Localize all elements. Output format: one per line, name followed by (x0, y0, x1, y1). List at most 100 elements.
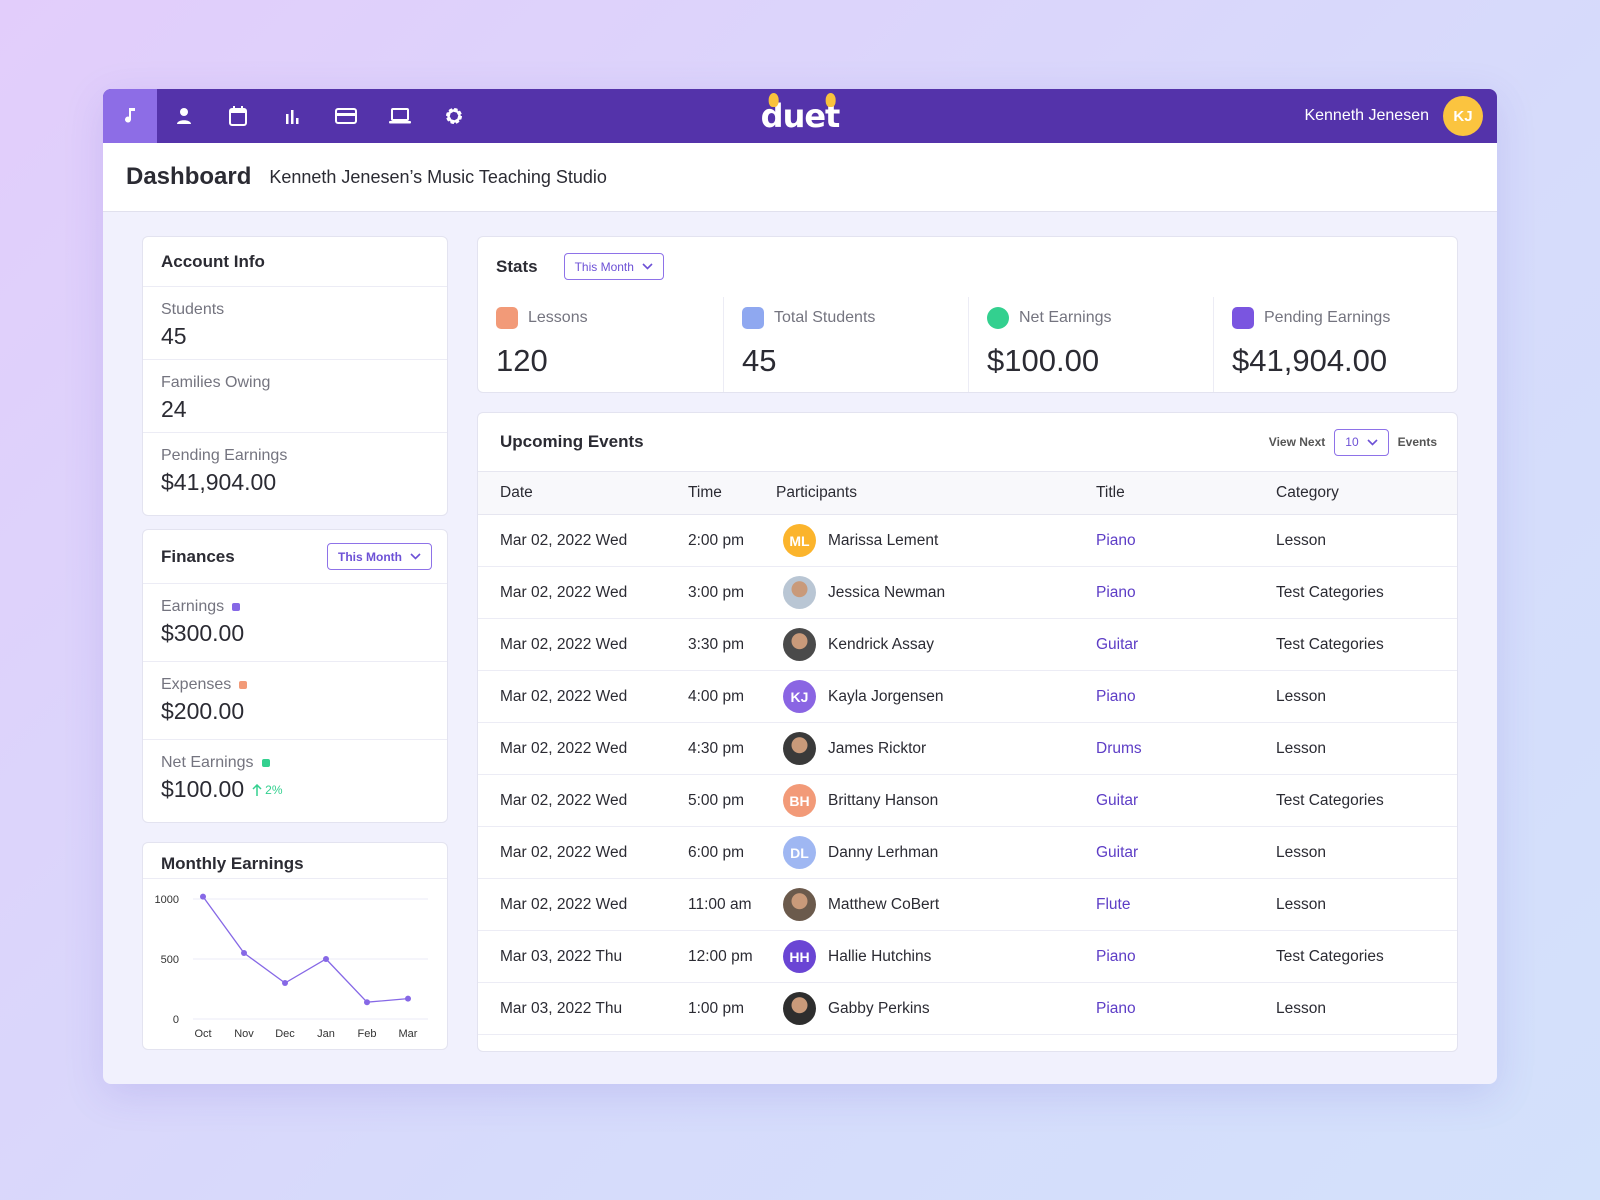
dollar-icon (987, 307, 1009, 329)
event-title-link[interactable]: Piano (1096, 514, 1276, 567)
event-title-link[interactable]: Guitar (1096, 774, 1276, 827)
table-row[interactable]: Mar 03, 2022 Thu 1:00 pm Gabby Perkins Pian… (478, 982, 1457, 1035)
participant-name[interactable]: Matthew CoBert (828, 896, 939, 914)
card-title: Stats (496, 256, 538, 276)
table-row[interactable]: Mar 02, 2022 Wed 4:00 pm KJ Kayla Jorgensen… (478, 670, 1457, 723)
data-point (364, 999, 370, 1006)
stat-value: 45 (742, 343, 777, 378)
account-families-owing: Families Owing 24 (143, 360, 447, 433)
x-tick-label: Mar (399, 1028, 418, 1040)
value: $41,904.00 (161, 469, 277, 495)
data-point (200, 893, 206, 900)
event-time: 5:00 pm (688, 774, 776, 827)
data-point (241, 950, 247, 956)
avatar (783, 888, 816, 921)
participant-name[interactable]: Danny Lerhman (828, 844, 938, 862)
stats-card: Stats This Month Lessons 120 Total Student… (477, 236, 1458, 393)
user-name: Kenneth Jenesen (1304, 107, 1429, 124)
event-title-link[interactable]: Guitar (1096, 618, 1276, 671)
participant-name[interactable]: James Ricktor (828, 740, 926, 758)
x-tick-label: Nov (234, 1028, 254, 1040)
gear-icon[interactable] (427, 89, 481, 143)
card-title: Monthly Earnings (143, 843, 447, 879)
duet-logo[interactable]: duet (761, 93, 840, 135)
stats-period-select[interactable]: This Month (563, 253, 664, 280)
stat-value: $41,904.00 (1232, 343, 1388, 378)
column-category[interactable]: Category (1276, 471, 1457, 515)
event-title-link[interactable]: Piano (1096, 670, 1276, 723)
event-title-link[interactable]: Piano (1096, 930, 1276, 983)
table-row[interactable]: Mar 02, 2022 Wed 3:30 pm Kendrick Assay Gui… (478, 618, 1457, 671)
data-point (282, 980, 288, 986)
event-title-link[interactable]: Piano (1096, 566, 1276, 619)
series-line (202, 896, 409, 1003)
avatar-initials: DL (790, 844, 809, 861)
participant-name[interactable]: Jessica Newman (828, 584, 945, 602)
event-date: Mar 02, 2022 Wed (478, 878, 688, 931)
user-menu[interactable]: Kenneth Jenesen KJ (1304, 96, 1483, 136)
table-row[interactable]: Mar 03, 2022 Thu 12:00 pm HH Hallie Hutchin… (478, 930, 1457, 983)
legend-swatch (232, 603, 241, 611)
event-date: Mar 02, 2022 Wed (478, 722, 688, 775)
bar-chart-icon[interactable] (265, 89, 319, 143)
x-tick-label: Oct (194, 1028, 211, 1040)
lessons-icon (496, 307, 518, 329)
stat-total-students: Total Students 45 (723, 297, 968, 392)
participant-name[interactable]: Gabby Perkins (828, 1000, 930, 1018)
page-title: Dashboard (126, 163, 252, 190)
participant-name[interactable]: Kayla Jorgensen (828, 688, 943, 706)
avatar: KJ (783, 680, 816, 713)
participant-name[interactable]: Kendrick Assay (828, 636, 934, 654)
label: Earnings (161, 598, 225, 615)
table-row[interactable]: Mar 02, 2022 Wed 3:00 pm Jessica Newman Pia… (478, 566, 1457, 619)
column-title[interactable]: Title (1096, 471, 1276, 515)
card-title: Finances (161, 546, 235, 566)
column-time[interactable]: Time (688, 471, 776, 515)
event-category: Test Categories (1276, 774, 1457, 827)
piggy-bank-icon (1232, 307, 1254, 329)
value: $100.00 (161, 776, 245, 802)
select-value: This Month (338, 549, 402, 564)
avatar: HH (783, 940, 816, 973)
event-date: Mar 02, 2022 Wed (478, 566, 688, 619)
calendar-icon[interactable] (211, 89, 265, 143)
stat-label: Net Earnings (1019, 309, 1112, 326)
page-header: Dashboard Kenneth Jenesen’s Music Teachi… (103, 143, 1497, 212)
table-row[interactable]: Mar 02, 2022 Wed 4:30 pm James Ricktor Drum… (478, 722, 1457, 775)
event-title-link[interactable]: Piano (1096, 982, 1276, 1035)
event-title-link[interactable]: Guitar (1096, 826, 1276, 879)
credit-card-icon[interactable] (319, 89, 373, 143)
event-title-link[interactable]: Drums (1096, 722, 1276, 775)
avatar-initials: HH (789, 948, 810, 965)
event-date: Mar 03, 2022 Thu (478, 982, 688, 1035)
chevron-down-icon (1367, 438, 1378, 446)
table-row[interactable]: Mar 02, 2022 Wed 5:00 pm BH Brittany Hanson… (478, 774, 1457, 827)
finances-card: Finances This Month Earnings $300.00 Expe… (142, 529, 448, 823)
participant-name[interactable]: Brittany Hanson (828, 792, 938, 810)
stat-label: Pending Earnings (1264, 309, 1391, 326)
user-icon[interactable] (157, 89, 211, 143)
account-info-card: Account Info Students 45 Families Owing 24… (142, 236, 448, 516)
event-date: Mar 02, 2022 Wed (478, 670, 688, 723)
column-participants[interactable]: Participants (776, 471, 1096, 515)
event-time: 4:30 pm (688, 722, 776, 775)
table-row[interactable]: Mar 02, 2022 Wed 6:00 pm DL Danny Lerhman Gu… (478, 826, 1457, 879)
event-date: Mar 02, 2022 Wed (478, 774, 688, 827)
participant-name[interactable]: Marissa Lement (828, 532, 938, 550)
chevron-down-icon (410, 553, 421, 560)
stat-value: $100.00 (987, 343, 1100, 378)
event-count-select[interactable]: 10 (1334, 428, 1389, 456)
event-date: Mar 02, 2022 Wed (478, 618, 688, 671)
laptop-icon[interactable] (373, 89, 427, 143)
stat-label: Total Students (774, 309, 876, 326)
event-category: Lesson (1276, 722, 1457, 775)
event-title-link[interactable]: Flute (1096, 878, 1276, 931)
participant-name[interactable]: Hallie Hutchins (828, 948, 931, 966)
column-date[interactable]: Date (478, 471, 688, 515)
music-note-icon[interactable] (103, 89, 157, 143)
avatar (783, 628, 816, 661)
finances-period-select[interactable]: This Month (327, 543, 432, 570)
table-row[interactable]: Mar 02, 2022 Wed 11:00 am Matthew CoBert Fl… (478, 878, 1457, 931)
card-title: Upcoming Events (500, 432, 644, 451)
table-row[interactable]: Mar 02, 2022 Wed 2:00 pm ML Marissa Lement P… (478, 514, 1457, 567)
